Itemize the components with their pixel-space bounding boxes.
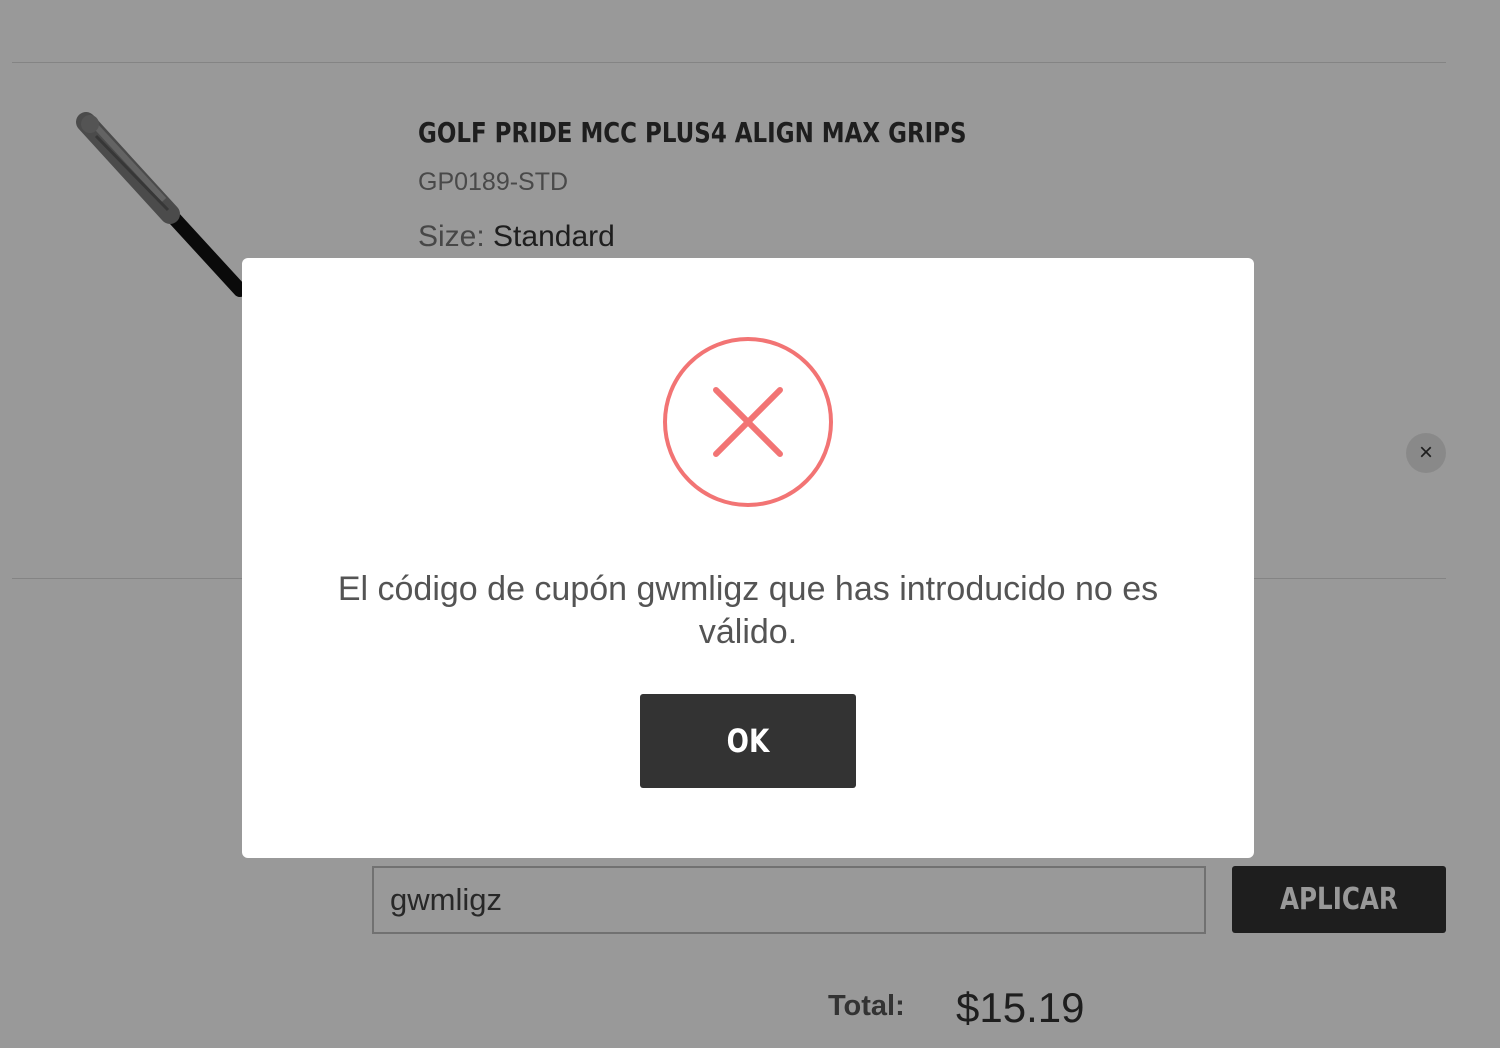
cart-page: GOLF PRIDE MCC PLUS4 ALIGN MAX GRIPS GP0…: [0, 0, 1500, 1048]
ok-label: OK: [726, 722, 770, 760]
error-dialog: El código de cupón gwmligz que has intro…: [242, 258, 1254, 858]
error-message: El código de cupón gwmligz que has intro…: [337, 570, 1159, 651]
error-x-icon: [662, 336, 834, 508]
ok-button[interactable]: OK: [640, 694, 856, 788]
